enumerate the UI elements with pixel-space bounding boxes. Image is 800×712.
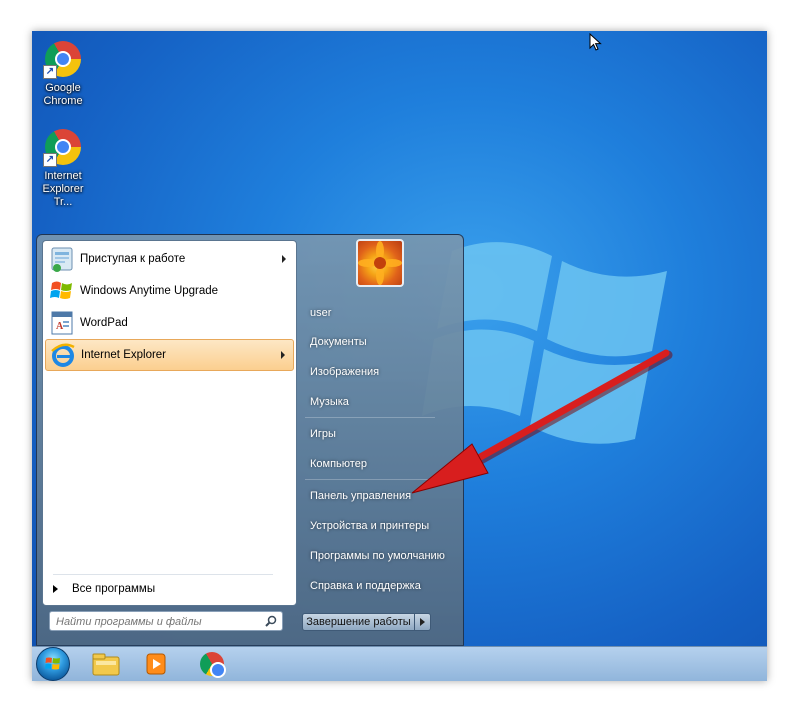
search-icon[interactable] — [265, 615, 277, 627]
taskbar-explorer-folder-icon[interactable] — [89, 649, 123, 679]
all-programs-label: Все программы — [72, 583, 156, 595]
all-programs-arrow-icon — [53, 585, 58, 593]
start-menu-programs-pane: Приступая к работе Windows Anytime Upgra… — [42, 240, 297, 606]
search-box[interactable] — [49, 611, 283, 631]
annotation-arrow — [411, 349, 673, 494]
start-button-windows-icon[interactable] — [36, 647, 70, 681]
start-link-user[interactable]: user — [306, 302, 461, 324]
taskbar-chrome-icon[interactable] — [195, 649, 229, 679]
chrome-icon: ↗ — [43, 39, 83, 79]
programs-separator — [53, 574, 273, 575]
chrome-icon: ↗ — [43, 127, 83, 167]
taskbar-media-player-icon[interactable] — [139, 649, 173, 679]
program-item-getting-started[interactable]: Приступая к работе — [45, 243, 294, 275]
search-input[interactable] — [50, 613, 262, 631]
program-item-internet-explorer[interactable]: Internet Explorer — [45, 339, 294, 371]
start-link-devices-printers[interactable]: Устройства и принтеры — [306, 515, 461, 537]
desktop-icon-chrome[interactable]: ↗ Google Chrome — [32, 39, 94, 108]
program-item-label: Windows Anytime Upgrade — [80, 285, 219, 297]
getting-started-icon — [48, 245, 76, 273]
windows-flag-icon — [48, 277, 76, 305]
submenu-arrow-icon[interactable] — [282, 255, 286, 263]
shutdown-options-arrow-icon[interactable] — [415, 613, 431, 631]
desktop-icon-label: Internet Explorer Tr... — [42, 170, 84, 208]
user-avatar[interactable] — [356, 239, 404, 287]
desktop-icon-internet-explorer[interactable]: ↗ Internet Explorer Tr... — [32, 127, 94, 209]
start-link-help-support[interactable]: Справка и поддержка — [306, 575, 461, 597]
desktop-screenshot: ↗ Google Chrome ↗ Internet Explorer Tr..… — [32, 31, 767, 681]
internet-explorer-icon — [49, 341, 77, 369]
program-item-label: WordPad — [80, 317, 128, 329]
shutdown-button[interactable]: Завершение работы — [302, 613, 415, 631]
program-item-windows-anytime-upgrade[interactable]: Windows Anytime Upgrade — [45, 275, 294, 307]
program-item-wordpad[interactable]: A WordPad — [45, 307, 294, 339]
desktop-icon-label: Google Chrome — [43, 82, 83, 107]
taskbar — [32, 646, 767, 681]
svg-text:A: A — [56, 321, 64, 332]
wordpad-icon: A — [48, 309, 76, 337]
mouse-cursor-icon — [589, 33, 602, 51]
program-item-label: Приступая к работе — [80, 253, 186, 265]
submenu-arrow-icon[interactable] — [281, 351, 285, 359]
program-item-label: Internet Explorer — [81, 349, 167, 361]
all-programs-button[interactable]: Все программы — [45, 579, 294, 599]
start-link-default-programs[interactable]: Программы по умолчанию — [306, 545, 461, 567]
